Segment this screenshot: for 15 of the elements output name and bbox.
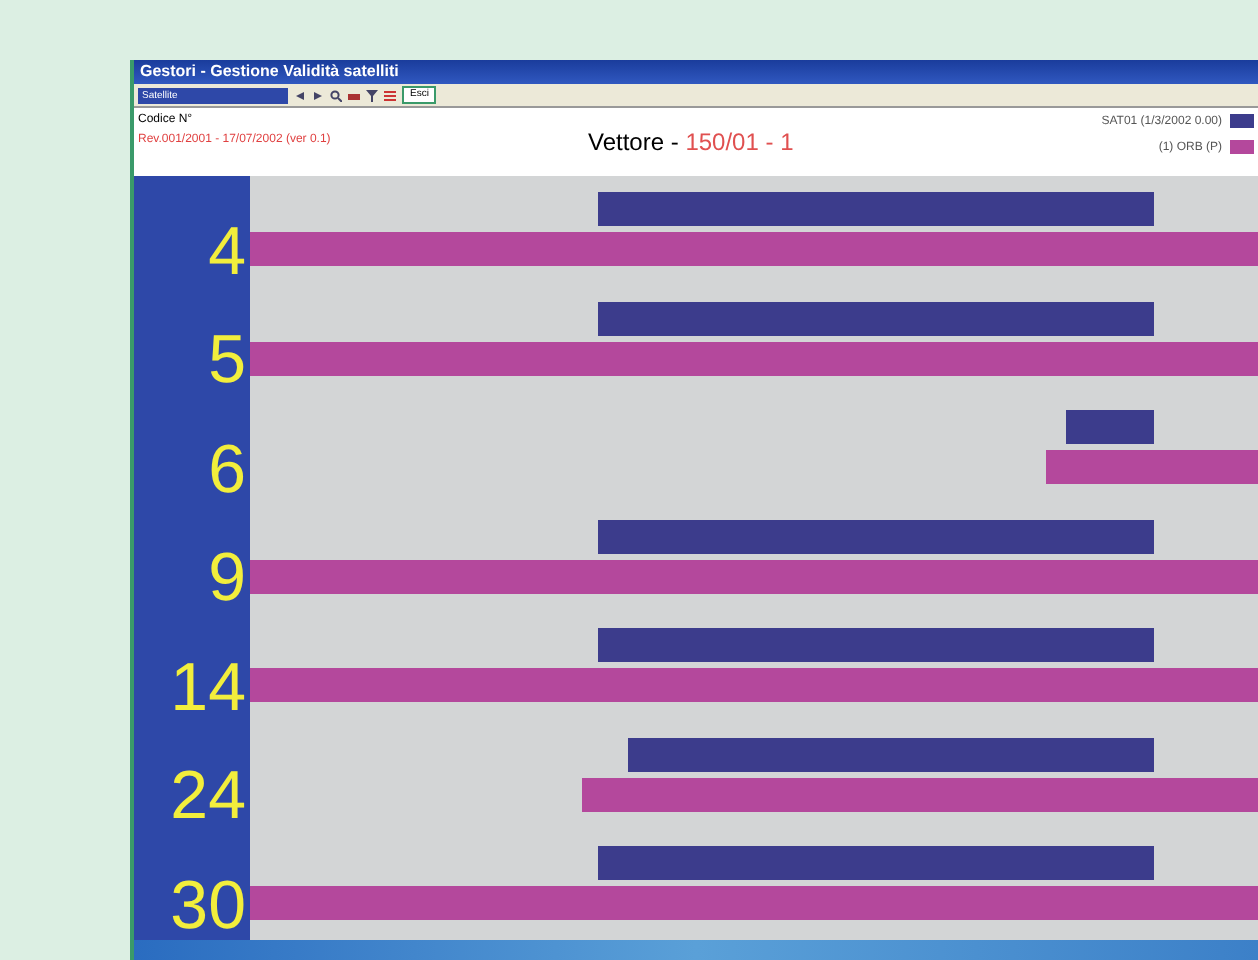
row-number: 9 <box>208 544 246 612</box>
window-title: Gestori - Gestione Validità satelliti <box>134 60 1258 84</box>
vettore-heading: Vettore - 150/01 - 1 <box>588 126 796 160</box>
filter-icon[interactable] <box>366 89 378 101</box>
grid-icon[interactable] <box>384 89 396 101</box>
row-number: 24 <box>170 762 246 830</box>
search-icon[interactable] <box>330 89 342 101</box>
left-arrow-icon[interactable] <box>294 89 306 101</box>
row-number: 4 <box>208 217 246 285</box>
validity-bar <box>1066 410 1154 444</box>
row-number: 14 <box>170 653 246 721</box>
row-number: 30 <box>170 871 246 939</box>
right-arrow-icon[interactable] <box>312 89 324 101</box>
row-number: 6 <box>208 435 246 503</box>
row-number: 5 <box>208 326 246 394</box>
